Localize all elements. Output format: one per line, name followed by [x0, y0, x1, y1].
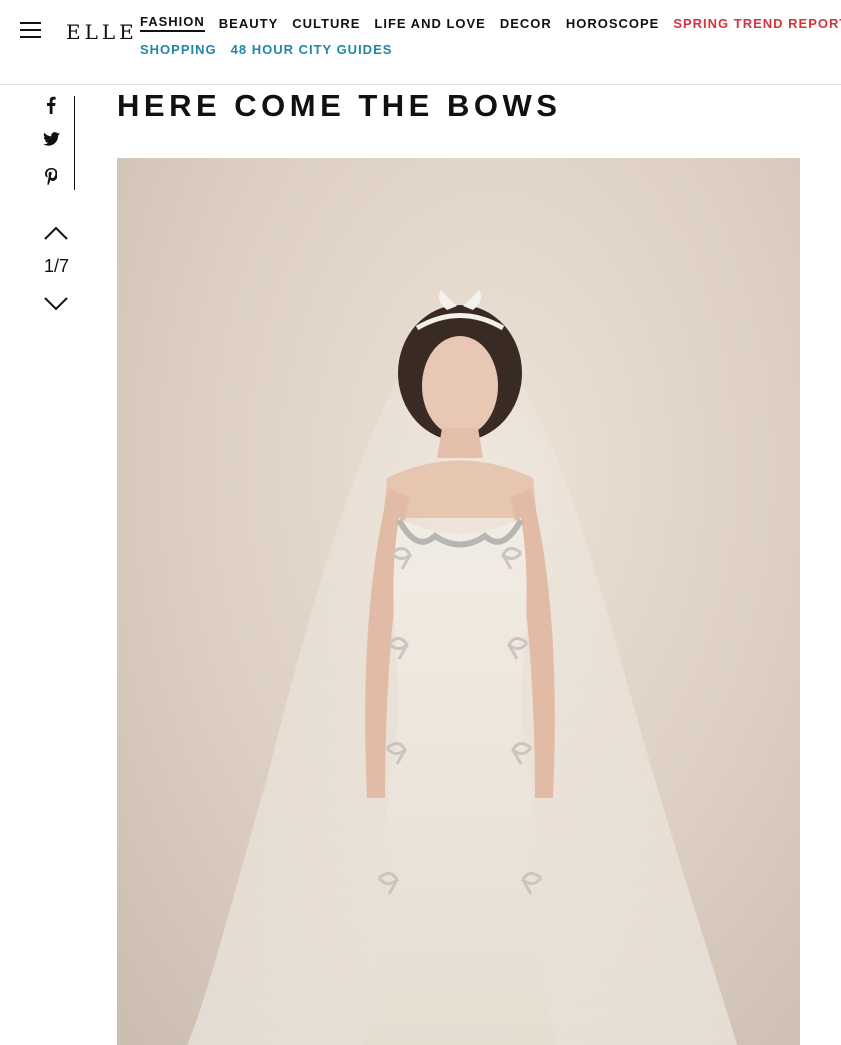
- slide-counter: 1/7: [44, 256, 70, 276]
- nav-item-horoscope[interactable]: HOROSCOPE: [566, 16, 660, 31]
- bridal-gown-photo: [187, 290, 737, 1045]
- menu-icon-bar: [20, 29, 41, 31]
- gallery-image[interactable]: [117, 158, 800, 1045]
- nav-item-beauty[interactable]: BEAUTY: [219, 16, 278, 31]
- nav-item-shopping[interactable]: SHOPPING: [140, 42, 217, 57]
- next-slide-button[interactable]: [42, 296, 70, 312]
- facebook-icon[interactable]: [40, 96, 62, 118]
- nav-item-decor[interactable]: DECOR: [500, 16, 552, 31]
- main-navigation: FASHION BEAUTY CULTURE LIFE AND LOVE DEC…: [140, 12, 841, 64]
- pinterest-icon[interactable]: [40, 168, 62, 190]
- share-bar: [40, 96, 75, 190]
- nav-item-fashion[interactable]: FASHION: [140, 14, 205, 32]
- twitter-icon[interactable]: [40, 132, 62, 154]
- previous-slide-button[interactable]: [42, 225, 70, 241]
- nav-item-life-and-love[interactable]: LIFE AND LOVE: [374, 16, 485, 31]
- header-divider: [0, 84, 841, 85]
- menu-icon: [20, 22, 41, 24]
- gallery-slide-title: HERE COME THE BOWS: [117, 88, 562, 123]
- menu-icon-bar: [20, 36, 41, 38]
- elle-logo[interactable]: ELLE: [66, 20, 138, 44]
- chevron-up-icon: [44, 226, 68, 240]
- nav-row-primary: FASHION BEAUTY CULTURE LIFE AND LOVE DEC…: [140, 12, 841, 34]
- nav-row-secondary: SHOPPING 48 HOUR CITY GUIDES: [140, 38, 830, 60]
- hamburger-menu-button[interactable]: [20, 22, 42, 40]
- nav-item-48-hour-city-guides[interactable]: 48 HOUR CITY GUIDES: [231, 42, 393, 57]
- chevron-down-icon: [44, 297, 68, 311]
- nav-item-culture[interactable]: CULTURE: [292, 16, 360, 31]
- nav-item-spring-trend-report[interactable]: SPRING TREND REPORT: [673, 16, 841, 31]
